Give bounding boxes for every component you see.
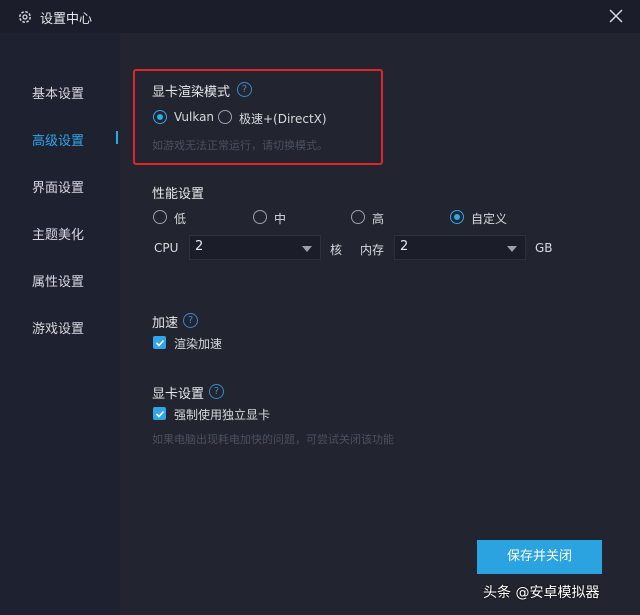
force-gpu-label: 强制使用独立显卡	[174, 408, 271, 422]
performance-title: 性能设置	[152, 187, 205, 202]
radio-low[interactable]	[153, 210, 167, 224]
sidebar-item-games[interactable]: 游戏设置	[32, 318, 84, 337]
gear-icon	[17, 9, 33, 25]
help-icon[interactable]: ?	[209, 384, 224, 399]
cpu-select[interactable]: 2	[189, 235, 321, 260]
sidebar-item-basic[interactable]: 基本设置	[32, 83, 84, 102]
radio-high-label: 高	[372, 212, 385, 226]
radio-medium[interactable]	[253, 210, 267, 224]
title-bar: 设置中心	[0, 0, 640, 33]
active-indicator	[116, 131, 118, 144]
memory-select-value: 2	[400, 239, 409, 254]
radio-low-label: 低	[174, 212, 187, 226]
close-icon[interactable]	[607, 7, 625, 25]
chevron-down-icon	[302, 246, 312, 252]
help-icon[interactable]: ?	[183, 313, 198, 328]
accel-title: 加速	[152, 316, 179, 331]
gpu-title: 显卡设置	[152, 387, 205, 402]
radio-custom[interactable]	[450, 210, 464, 224]
radio-custom-label: 自定义	[471, 212, 508, 226]
radio-high[interactable]	[351, 210, 365, 224]
watermark: 头条 @安卓模拟器	[483, 585, 600, 601]
memory-label: 内存	[360, 243, 385, 257]
gpu-hint: 如果电脑出现耗电加快的问题，可尝试关闭该功能	[152, 433, 394, 446]
memory-select[interactable]: 2	[394, 235, 526, 260]
cpu-unit: 核	[330, 243, 343, 257]
force-gpu-checkbox[interactable]	[153, 407, 166, 420]
save-button[interactable]: 保存并关闭	[477, 540, 602, 574]
sidebar-item-theme[interactable]: 主题美化	[32, 224, 84, 243]
window-title: 设置中心	[40, 12, 93, 27]
render-accel-label: 渲染加速	[174, 337, 223, 351]
memory-unit: GB	[535, 241, 553, 255]
radio-medium-label: 中	[274, 212, 287, 226]
sidebar-item-advanced[interactable]: 高级设置	[32, 130, 84, 149]
sidebar-item-interface[interactable]: 界面设置	[32, 177, 84, 196]
chevron-down-icon	[507, 246, 517, 252]
sidebar-item-properties[interactable]: 属性设置	[32, 271, 84, 290]
cpu-label: CPU	[154, 241, 179, 255]
highlight-box	[133, 69, 383, 165]
render-accel-checkbox[interactable]	[153, 336, 166, 349]
cpu-select-value: 2	[195, 239, 204, 254]
